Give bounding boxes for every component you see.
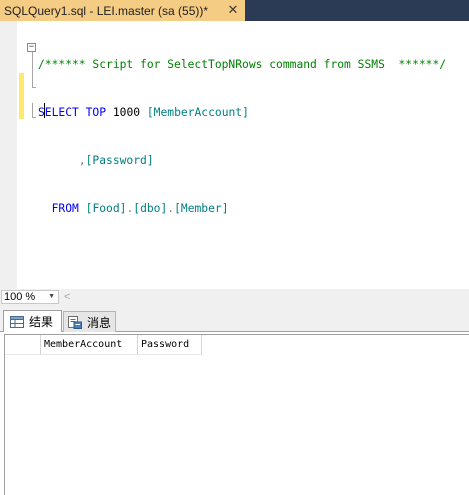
sql-keyword-from: FROM: [51, 202, 79, 215]
sql-top-count: 1000: [112, 106, 141, 119]
sql-column: [Password]: [85, 154, 154, 167]
document-tab[interactable]: SQLQuery1.sql - LEI.master (sa (55))* ✕: [0, 0, 245, 21]
results-grid-area: MemberAccount Password: [0, 332, 469, 495]
scroll-left-icon[interactable]: <: [64, 290, 70, 304]
messages-icon: [68, 316, 82, 329]
sql-database: [Food]: [85, 202, 127, 215]
sql-schema: [dbo]: [133, 202, 168, 215]
tab-results-label: 结果: [29, 315, 54, 329]
grid-header-row: MemberAccount Password: [5, 335, 202, 355]
tab-results[interactable]: 结果: [3, 310, 62, 332]
query-editor[interactable]: − /****** Script for SelectTopNRows comm…: [0, 21, 469, 289]
close-icon[interactable]: ✕: [226, 3, 240, 17]
code-line: /****** Script for SelectTopNRows comman…: [38, 57, 446, 73]
sql-code: /****** Script for SelectTopNRows comman…: [38, 25, 446, 249]
column-header[interactable]: Password: [138, 335, 202, 355]
sql-comma: ,: [78, 154, 86, 167]
editor-gutter: [0, 21, 17, 289]
fold-guide-end: [32, 117, 36, 118]
tab-messages-label: 消息: [87, 315, 112, 330]
zoom-dropdown[interactable]: 100 % ▼: [1, 290, 59, 304]
sql-keyword-top: TOP: [85, 106, 107, 119]
chevron-down-icon: ▼: [48, 293, 55, 300]
zoom-value: 100 %: [4, 291, 36, 303]
code-line: FROM [Food].[dbo].[Member]: [38, 201, 446, 217]
tab-messages[interactable]: 消息: [63, 311, 116, 332]
row-number-header[interactable]: [5, 335, 41, 355]
collapse-icon[interactable]: −: [27, 43, 36, 52]
editor-status-strip: 100 % ▼ <: [0, 289, 469, 305]
sql-comment: /****** Script for SelectTopNRows comman…: [38, 58, 447, 71]
sql-column: [MemberAccount]: [146, 106, 249, 119]
sql-table: [Member]: [174, 202, 229, 215]
fold-guide-end: [32, 87, 36, 88]
code-line: ,[Password]: [38, 153, 446, 169]
document-tab-title: SQLQuery1.sql - LEI.master (sa (55))*: [4, 3, 209, 18]
document-tab-bar: SQLQuery1.sql - LEI.master (sa (55))* ✕: [0, 0, 469, 21]
text-caret: [44, 103, 45, 118]
column-header[interactable]: MemberAccount: [41, 335, 138, 355]
results-grid[interactable]: MemberAccount Password: [4, 334, 469, 495]
results-tab-strip: 结果 消息: [0, 305, 469, 332]
fold-guide-line: [32, 103, 33, 117]
fold-guide-line: [32, 52, 33, 87]
grid-icon: [10, 315, 24, 328]
change-marker: [19, 73, 24, 119]
code-line: SELECT TOP 1000 [MemberAccount]: [38, 105, 446, 121]
